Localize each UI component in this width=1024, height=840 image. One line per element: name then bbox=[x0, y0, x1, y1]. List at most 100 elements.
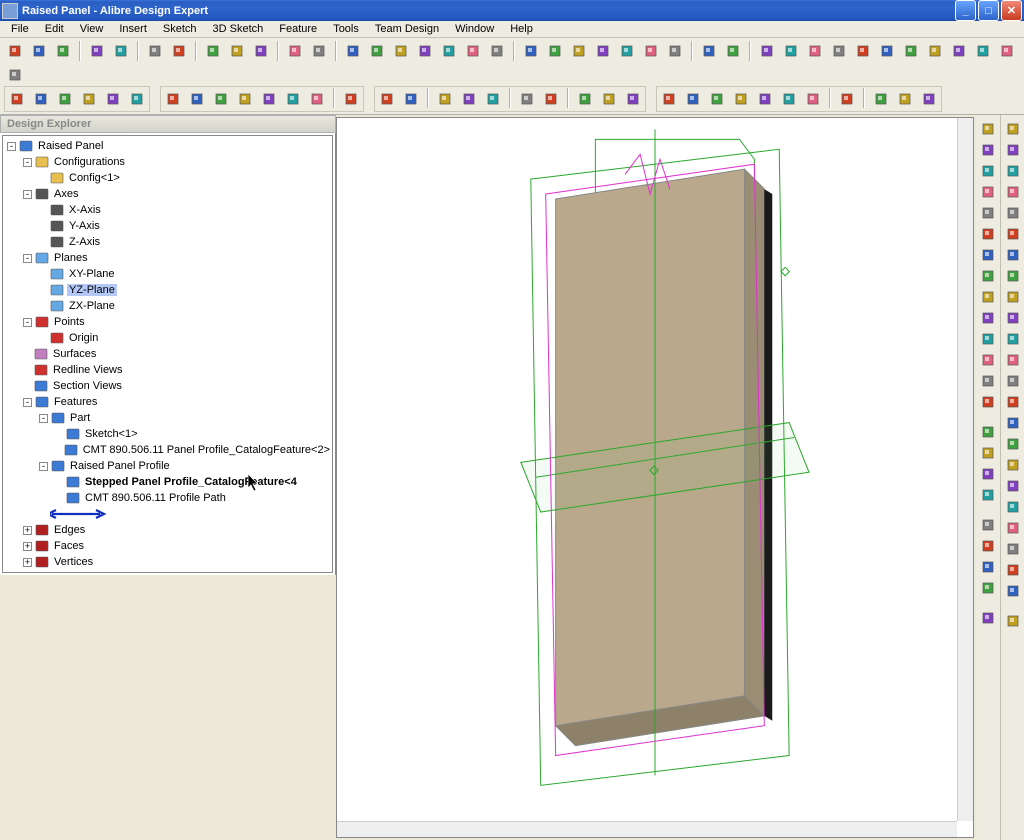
feature-tool-b-button[interactable] bbox=[1003, 140, 1023, 160]
tree-item[interactable]: -Part bbox=[3, 410, 332, 426]
expand-toggle[interactable]: - bbox=[7, 142, 16, 151]
3d-viewport[interactable] bbox=[336, 117, 974, 838]
expand-toggle[interactable]: + bbox=[23, 526, 32, 535]
toolbar-s4-button[interactable] bbox=[78, 88, 100, 110]
sketch-tool-b-button[interactable] bbox=[978, 140, 998, 160]
toolbar-a4-button[interactable] bbox=[828, 40, 850, 62]
toolbar-m2-button[interactable] bbox=[544, 40, 566, 62]
toolbar-m7-button[interactable] bbox=[664, 40, 686, 62]
sketch-tool-u-button[interactable] bbox=[978, 557, 998, 577]
toolbar-pan-button[interactable] bbox=[400, 88, 422, 110]
toolbar-f6-button[interactable] bbox=[282, 88, 304, 110]
sketch-tool-w-button[interactable] bbox=[978, 608, 998, 628]
tree-item[interactable]: Sketch<1> bbox=[3, 426, 332, 442]
sketch-tool-n-button[interactable] bbox=[978, 392, 998, 412]
toolbar-a1-button[interactable] bbox=[756, 40, 778, 62]
expand-toggle[interactable]: - bbox=[39, 414, 48, 423]
feature-tool-e-button[interactable] bbox=[1003, 203, 1023, 223]
sketch-tool-d-button[interactable] bbox=[978, 182, 998, 202]
toolbar-v3-button[interactable] bbox=[706, 88, 728, 110]
toolbar-a7-button[interactable] bbox=[900, 40, 922, 62]
tree-item[interactable] bbox=[3, 506, 332, 522]
tree-item[interactable]: -Features bbox=[3, 394, 332, 410]
feature-tool-r-button[interactable] bbox=[1003, 476, 1023, 496]
menu-view[interactable]: View bbox=[73, 21, 111, 37]
feature-tool-f-button[interactable] bbox=[1003, 224, 1023, 244]
tree-item[interactable]: +Edges bbox=[3, 522, 332, 538]
sketch-tool-r-button[interactable] bbox=[978, 485, 998, 505]
tree-item[interactable]: YZ-Plane bbox=[3, 282, 332, 298]
toolbar-sh2-button[interactable] bbox=[598, 88, 620, 110]
sketch-tool-l-button[interactable] bbox=[978, 350, 998, 370]
toolbar-open-button[interactable] bbox=[28, 40, 50, 62]
toolbar-f5-button[interactable] bbox=[258, 88, 280, 110]
toolbar-back-button[interactable] bbox=[516, 88, 538, 110]
tree-item[interactable]: ZX-Plane bbox=[3, 298, 332, 314]
sketch-tool-a-button[interactable] bbox=[978, 119, 998, 139]
toolbar-v1-button[interactable] bbox=[658, 88, 680, 110]
toolbar-p5-button[interactable] bbox=[438, 40, 460, 62]
feature-tool-m-button[interactable] bbox=[1003, 371, 1023, 391]
close-button[interactable]: ✕ bbox=[1001, 0, 1022, 21]
expand-toggle[interactable]: - bbox=[23, 318, 32, 327]
toolbar-s5-button[interactable] bbox=[102, 88, 124, 110]
feature-tool-u-button[interactable] bbox=[1003, 539, 1023, 559]
tree-item[interactable]: CMT 890.506.11 Profile Path bbox=[3, 490, 332, 506]
sketch-tool-s-button[interactable] bbox=[978, 515, 998, 535]
toolbar-new-button[interactable] bbox=[4, 40, 26, 62]
toolbar-scale-button[interactable] bbox=[340, 88, 362, 110]
toolbar-p3-button[interactable] bbox=[390, 40, 412, 62]
feature-tool-j-button[interactable] bbox=[1003, 308, 1023, 328]
toolbar-m4-button[interactable] bbox=[592, 40, 614, 62]
toolbar-a12-button[interactable] bbox=[4, 64, 26, 86]
sketch-tool-f-button[interactable] bbox=[978, 224, 998, 244]
tree-item[interactable]: Surfaces bbox=[3, 346, 332, 362]
maximize-button[interactable]: □ bbox=[978, 0, 999, 21]
toolbar-a5-button[interactable] bbox=[852, 40, 874, 62]
toolbar-a9-button[interactable] bbox=[948, 40, 970, 62]
toolbar-color-button[interactable] bbox=[168, 40, 190, 62]
toolbar-print-button[interactable] bbox=[86, 40, 108, 62]
tree-item[interactable]: -Axes bbox=[3, 186, 332, 202]
menu-help[interactable]: Help bbox=[503, 21, 540, 37]
feature-tool-c-button[interactable] bbox=[1003, 161, 1023, 181]
toolbar-v2-button[interactable] bbox=[682, 88, 704, 110]
toolbar-m1-button[interactable] bbox=[520, 40, 542, 62]
sketch-tool-k-button[interactable] bbox=[978, 329, 998, 349]
toolbar-fwd-button[interactable] bbox=[540, 88, 562, 110]
tree-item[interactable]: -Planes bbox=[3, 250, 332, 266]
toolbar-z2-button[interactable] bbox=[458, 88, 480, 110]
feature-tool-o-button[interactable] bbox=[1003, 413, 1023, 433]
sketch-tool-p-button[interactable] bbox=[978, 443, 998, 463]
sketch-tool-m-button[interactable] bbox=[978, 371, 998, 391]
feature-tool-w-button[interactable] bbox=[1003, 581, 1023, 601]
toolbar-p1-button[interactable] bbox=[342, 40, 364, 62]
toolbar-catalog-button[interactable] bbox=[110, 40, 132, 62]
sketch-tool-g-button[interactable] bbox=[978, 245, 998, 265]
minimize-button[interactable]: _ bbox=[955, 0, 976, 21]
toolbar-s1-button[interactable] bbox=[6, 88, 28, 110]
toolbar-f1-button[interactable] bbox=[162, 88, 184, 110]
feature-tool-i-button[interactable] bbox=[1003, 287, 1023, 307]
feature-tool-d-button[interactable] bbox=[1003, 182, 1023, 202]
sketch-tool-j-button[interactable] bbox=[978, 308, 998, 328]
toolbar-undo-button[interactable] bbox=[284, 40, 306, 62]
tree-item[interactable]: Origin bbox=[3, 330, 332, 346]
toolbar-z1-button[interactable] bbox=[434, 88, 456, 110]
toolbar-xp-button[interactable] bbox=[870, 88, 892, 110]
feature-tool-fx-button[interactable] bbox=[1003, 611, 1023, 631]
feature-tool-q-button[interactable] bbox=[1003, 455, 1023, 475]
sketch-tool-t-button[interactable] bbox=[978, 536, 998, 556]
toolbar-a10-button[interactable] bbox=[972, 40, 994, 62]
sketch-tool-q-button[interactable] bbox=[978, 464, 998, 484]
toolbar-f7-button[interactable] bbox=[306, 88, 328, 110]
toolbar-sh1-button[interactable] bbox=[574, 88, 596, 110]
toolbar-save-button[interactable] bbox=[52, 40, 74, 62]
toolbar-d1-button[interactable] bbox=[698, 40, 720, 62]
toolbar-s2-button[interactable] bbox=[30, 88, 52, 110]
toolbar-m3-button[interactable] bbox=[568, 40, 590, 62]
toolbar-copy-button[interactable] bbox=[226, 40, 248, 62]
tree-item[interactable]: CMT 890.506.11 Panel Profile_CatalogFeat… bbox=[3, 442, 332, 458]
toolbar-v4-button[interactable] bbox=[730, 88, 752, 110]
feature-tool-p-button[interactable] bbox=[1003, 434, 1023, 454]
